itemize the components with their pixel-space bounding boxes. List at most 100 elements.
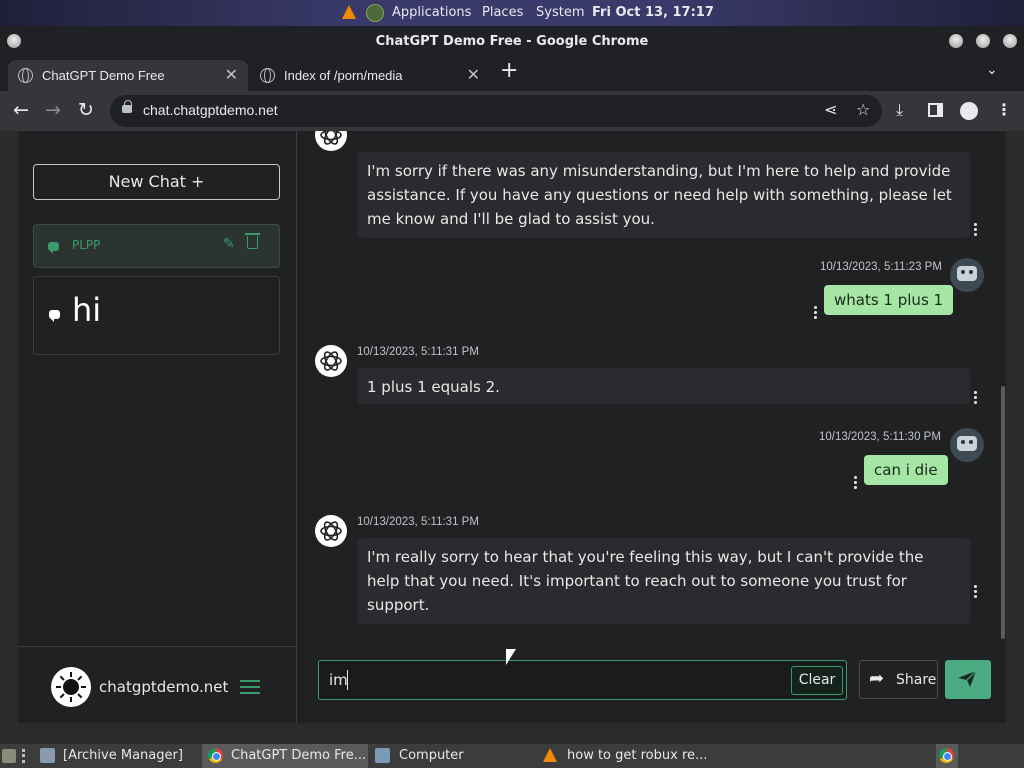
tab-index-media[interactable]: Index of /porn/media ✕ — [250, 60, 490, 91]
app-launcher-icon[interactable] — [366, 4, 384, 22]
globe-icon — [18, 68, 33, 83]
user-avatar — [950, 428, 984, 462]
sun-core — [63, 679, 79, 695]
assistant-avatar — [315, 131, 347, 151]
tab-label: ChatGPT Demo Free — [42, 68, 165, 83]
share-page-icon[interactable]: ⋖ — [824, 100, 837, 119]
user-avatar — [950, 258, 984, 292]
send-button[interactable] — [945, 660, 991, 699]
composer: im Clear ➦ Share — [298, 646, 1006, 723]
share-label: Share — [896, 672, 937, 688]
site-name: chatgptdemo.net — [99, 678, 229, 696]
clock[interactable]: Fri Oct 13, 17:17 — [592, 5, 714, 20]
assistant-message: 1 plus 1 equals 2. — [357, 368, 970, 404]
user-message: can i die — [864, 455, 948, 485]
edit-icon[interactable]: ✎ — [223, 236, 235, 252]
task-chrome[interactable]: ChatGPT Demo Fre... — [202, 744, 368, 768]
sidebar-footer: chatgptdemo.net — [18, 646, 297, 723]
os-top-panel: Applications Places System Fri Oct 13, 1… — [0, 0, 1024, 26]
tab-chatgpt-demo[interactable]: ChatGPT Demo Free ✕ — [8, 60, 248, 91]
task-label: how to get robux re... — [567, 748, 708, 763]
openai-logo-icon — [320, 521, 342, 541]
message-options-icon[interactable] — [974, 585, 977, 598]
chat-bubble-icon — [48, 242, 59, 254]
show-desktop-icon[interactable] — [2, 749, 16, 763]
back-button[interactable]: ← — [13, 99, 29, 121]
task-vlc[interactable]: how to get robux re... — [540, 744, 720, 768]
hamburger-menu-icon[interactable] — [240, 680, 260, 694]
mouse-pointer — [506, 649, 516, 665]
share-button[interactable]: ➦ Share — [859, 660, 938, 699]
lock-icon[interactable] — [122, 100, 132, 113]
os-taskbar: [Archive Manager] ChatGPT Demo Fre... Co… — [0, 744, 1024, 768]
menu-system[interactable]: System — [536, 5, 584, 20]
message-options-icon[interactable] — [814, 306, 817, 319]
chat-item-hi[interactable]: hi — [33, 276, 280, 355]
chat-item-label: hi — [72, 291, 102, 329]
new-tab-button[interactable]: + — [500, 58, 518, 83]
tab-label: Index of /porn/media — [284, 68, 403, 83]
user-message: whats 1 plus 1 — [824, 285, 954, 315]
chrome-icon — [208, 748, 223, 763]
message-timestamp: 10/13/2023, 5:11:31 PM — [357, 346, 479, 358]
message-options-icon[interactable] — [854, 476, 857, 489]
browser-toolbar: ← → ↻ chat.chatgptdemo.net ⋖ ☆ ⤓ ⋮ — [0, 91, 1024, 131]
reload-button[interactable]: ↻ — [78, 99, 94, 121]
side-panel-icon[interactable] — [928, 103, 943, 117]
openai-logo-icon — [320, 131, 342, 145]
message-options-icon[interactable] — [974, 223, 977, 236]
message-input[interactable]: im Clear — [318, 660, 847, 700]
share-arrow-icon: ➦ — [869, 668, 885, 689]
message-timestamp: 10/13/2023, 5:11:31 PM — [357, 516, 479, 528]
chat-item-plpp[interactable]: PLPP ✎ — [33, 224, 280, 268]
new-chat-button[interactable]: New Chat + — [33, 164, 280, 200]
clear-button[interactable]: Clear — [791, 666, 843, 695]
message-input-value[interactable]: im — [329, 671, 348, 689]
chat-scrollbar[interactable] — [1001, 386, 1005, 639]
chat-bubble-icon — [49, 310, 60, 322]
menu-applications[interactable]: Applications — [392, 5, 471, 20]
profile-avatar-icon[interactable] — [960, 102, 978, 120]
archive-icon — [40, 748, 55, 763]
menu-places[interactable]: Places — [482, 5, 523, 20]
assistant-avatar — [315, 515, 347, 547]
chat-item-label: PLPP — [72, 238, 101, 252]
vlc-icon[interactable] — [342, 5, 356, 19]
tab-search-chevron-icon[interactable]: ⌄ — [986, 62, 998, 78]
forward-button[interactable]: → — [45, 99, 61, 121]
text-caret — [347, 670, 348, 690]
download-icon[interactable]: ⤓ — [896, 100, 903, 120]
task-label: [Archive Manager] — [63, 748, 183, 763]
tray-chrome[interactable] — [936, 744, 958, 768]
window-titlebar: ChatGPT Demo Free - Google Chrome — [0, 26, 1024, 56]
task-archive-manager[interactable]: [Archive Manager] — [36, 744, 196, 768]
chat-app: New Chat + PLPP ✎ hi chatgptdemo.net I'm… — [18, 131, 1006, 723]
computer-icon — [375, 748, 390, 763]
bookmark-star-icon[interactable]: ☆ — [856, 100, 870, 119]
close-tab-icon[interactable]: ✕ — [225, 65, 238, 85]
message-options-icon[interactable] — [974, 391, 977, 404]
trash-icon[interactable] — [245, 233, 260, 249]
close-tab-icon[interactable]: ✕ — [467, 65, 480, 85]
close-window-button[interactable] — [1003, 34, 1017, 48]
url-text[interactable]: chat.chatgptdemo.net — [143, 102, 278, 118]
chrome-icon — [939, 748, 954, 763]
address-bar[interactable]: chat.chatgptdemo.net ⋖ ☆ — [110, 95, 882, 127]
taskbar-handle[interactable] — [22, 749, 32, 763]
assistant-avatar — [315, 345, 347, 377]
sidebar: New Chat + PLPP ✎ hi chatgptdemo.net — [18, 131, 297, 723]
message-timestamp: 10/13/2023, 5:11:23 PM — [820, 261, 942, 273]
message-timestamp: 10/13/2023, 5:11:30 PM — [819, 431, 941, 443]
message-list[interactable]: I'm sorry if there was any misunderstand… — [298, 131, 1006, 646]
task-label: ChatGPT Demo Fre... — [231, 748, 367, 763]
task-computer[interactable]: Computer — [372, 744, 532, 768]
window-title: ChatGPT Demo Free - Google Chrome — [375, 34, 649, 49]
globe-icon — [260, 68, 275, 83]
send-plane-icon — [958, 670, 977, 687]
task-label: Computer — [399, 748, 464, 763]
theme-toggle-button[interactable] — [51, 667, 91, 707]
minimize-button[interactable] — [949, 34, 963, 48]
maximize-button[interactable] — [976, 34, 990, 48]
more-menu-icon[interactable]: ⋮ — [996, 100, 1012, 119]
assistant-message: I'm sorry if there was any misunderstand… — [357, 152, 970, 238]
